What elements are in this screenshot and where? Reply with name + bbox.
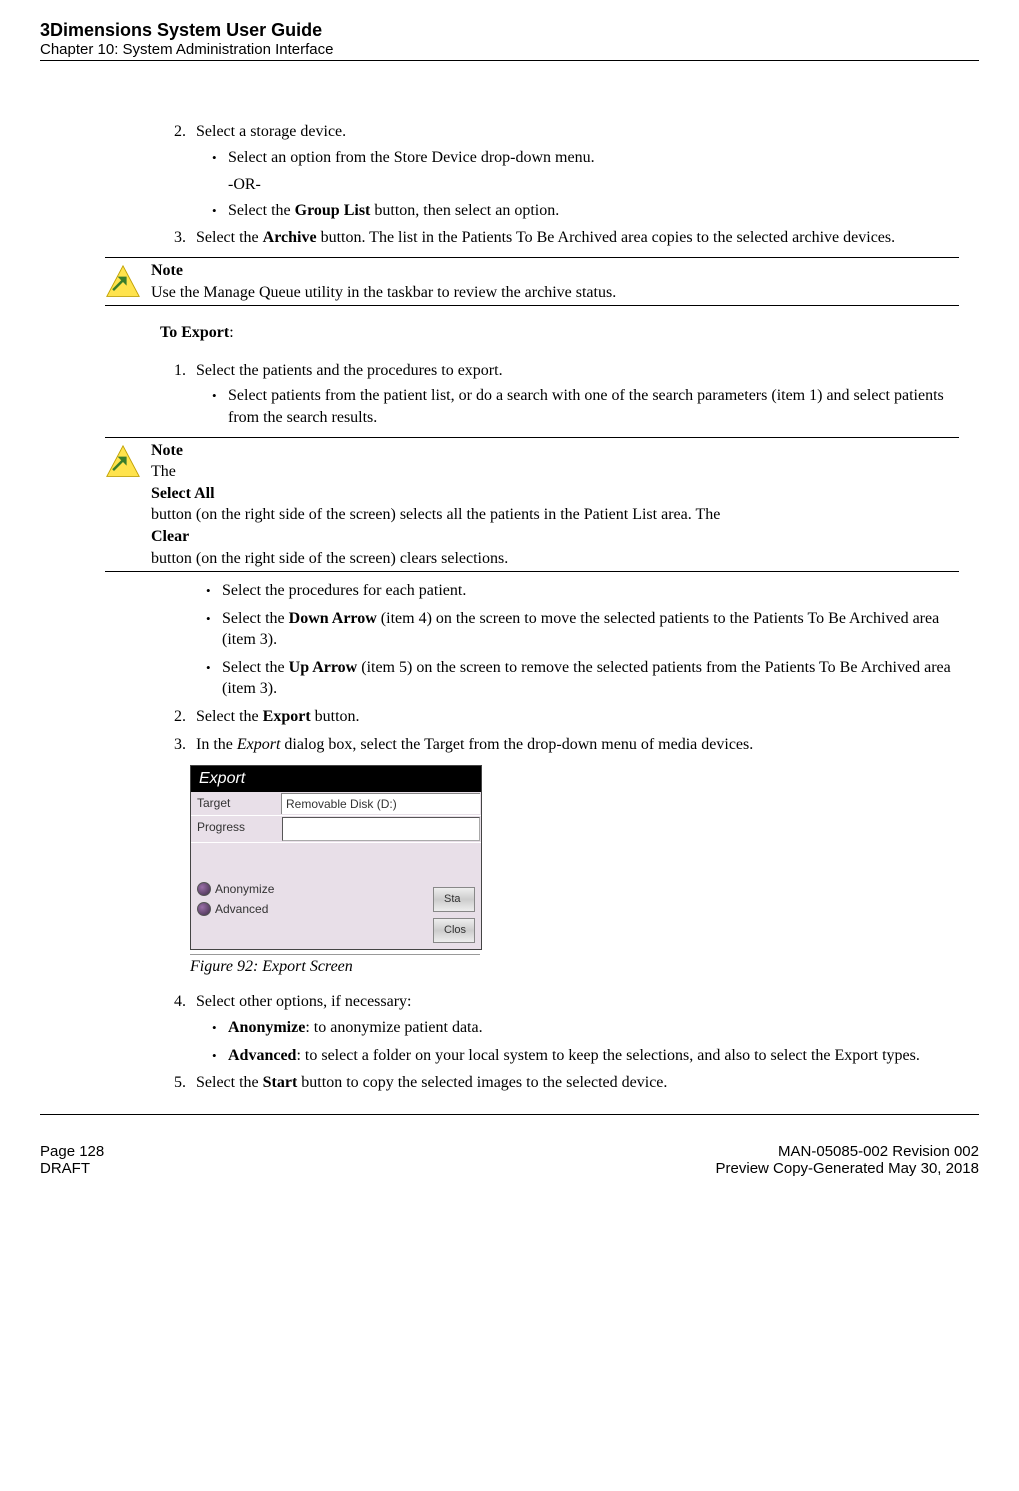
export-step-1: Select the patients and the procedures t… bbox=[190, 360, 959, 429]
note-icon bbox=[105, 264, 141, 300]
start-button[interactable]: Sta bbox=[433, 887, 475, 912]
step-2: Select a storage device. Select an optio… bbox=[190, 121, 959, 221]
target-dropdown[interactable]: Removable Disk (D:) bbox=[281, 793, 480, 814]
note-1: Note Use the Manage Queue utility in the… bbox=[105, 257, 959, 306]
dialog-title: Export bbox=[191, 766, 481, 792]
close-button[interactable]: Clos bbox=[433, 918, 475, 943]
option-anonymize: Anonymize: to anonymize patient data. bbox=[228, 1017, 959, 1039]
export-steps-cont: Select the Export button. In the Export … bbox=[160, 706, 959, 755]
note-1-text: Use the Manage Queue utility in the task… bbox=[151, 284, 616, 301]
target-label: Target bbox=[191, 792, 281, 815]
doc-revision: MAN-05085-002 Revision 002 bbox=[716, 1143, 979, 1160]
figure-caption: Figure 92: Export Screen bbox=[190, 954, 480, 978]
archive-steps: Select a storage device. Select an optio… bbox=[160, 121, 959, 249]
page-number: Page 128 bbox=[40, 1143, 104, 1160]
export-sub-bullets: Select the procedures for each patient. … bbox=[194, 580, 959, 700]
radio-icon bbox=[197, 902, 211, 916]
bullet-down-arrow: Select the Down Arrow (item 4) on the sc… bbox=[222, 608, 959, 651]
export-step-5: Select the Start button to copy the sele… bbox=[190, 1072, 959, 1094]
radio-icon bbox=[197, 882, 211, 896]
export-step1-bullet-1: Select patients from the patient list, o… bbox=[228, 385, 959, 428]
option-advanced: Advanced: to select a folder on your loc… bbox=[228, 1045, 959, 1067]
page-header: 3Dimensions System User Guide Chapter 10… bbox=[40, 20, 979, 61]
note-2: Note The Select All button (on the right… bbox=[105, 437, 959, 573]
step2-bullet-1: Select an option from the Store Device d… bbox=[228, 147, 959, 169]
note-icon bbox=[105, 444, 141, 480]
anonymize-radio[interactable]: Anonymize bbox=[197, 881, 274, 897]
doc-title: 3Dimensions System User Guide bbox=[40, 20, 979, 41]
progress-bar bbox=[282, 817, 480, 841]
progress-label: Progress bbox=[191, 816, 281, 842]
bullet-up-arrow: Select the Up Arrow (item 5) on the scre… bbox=[222, 657, 959, 700]
export-steps: Select the patients and the procedures t… bbox=[160, 360, 959, 429]
export-step-2: Select the Export button. bbox=[190, 706, 959, 728]
export-step-3: In the Export dialog box, select the Tar… bbox=[190, 734, 959, 756]
export-steps-final: Select other options, if necessary: Anon… bbox=[160, 991, 959, 1093]
note-1-title: Note bbox=[151, 260, 959, 282]
export-step-4: Select other options, if necessary: Anon… bbox=[190, 991, 959, 1066]
page-footer: Page 128 DRAFT MAN-05085-002 Revision 00… bbox=[40, 1143, 979, 1177]
step2-bullet-2: Select the Group List button, then selec… bbox=[228, 200, 959, 222]
main-content: Select a storage device. Select an optio… bbox=[160, 121, 959, 1094]
to-export-heading: To Export: bbox=[160, 322, 959, 344]
export-screenshot: Export Target Removable Disk (D:) Progre… bbox=[190, 765, 482, 949]
gen-date: Preview Copy-Generated May 30, 2018 bbox=[716, 1160, 979, 1177]
chapter-title: Chapter 10: System Administration Interf… bbox=[40, 41, 979, 58]
note-2-title: Note bbox=[151, 440, 959, 462]
draft-label: DRAFT bbox=[40, 1160, 104, 1177]
step-3: Select the Archive button. The list in t… bbox=[190, 227, 959, 249]
bullet-procedures: Select the procedures for each patient. bbox=[222, 580, 959, 602]
advanced-radio[interactable]: Advanced bbox=[197, 901, 274, 917]
or-text: -OR- bbox=[228, 174, 959, 196]
